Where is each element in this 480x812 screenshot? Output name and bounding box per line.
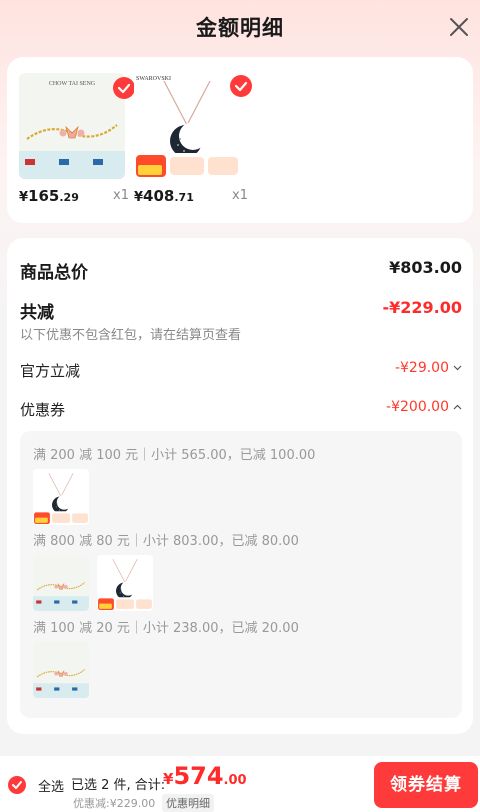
selected-summary: 已选 2 件, 合计:: [71, 778, 166, 793]
product-image[interactable]: SWAROVSKI: [134, 73, 240, 179]
total-amount: ¥574.00: [163, 762, 247, 790]
total-price-row: 商品总价 ¥803.00: [20, 258, 462, 283]
discount-row: 共减 -¥229.00: [20, 298, 462, 323]
product-brand: SWAROVSKI: [136, 76, 172, 82]
coupon-product-thumb[interactable]: [33, 555, 89, 611]
product-quantity: x1: [113, 188, 129, 203]
checkout-bar: 全选 已选 2 件, 合计: ¥574.00 优惠减:¥229.00 优惠明细 …: [0, 756, 480, 812]
product-image[interactable]: CHOW TAI SENG: [19, 73, 125, 179]
price-row: ¥165.29 x1: [19, 187, 129, 209]
checkbox-checked-icon[interactable]: [230, 75, 252, 97]
product-brand: CHOW TAI SENG: [48, 81, 96, 87]
discount-note: 以下优惠不包含红包，请在结算页查看: [20, 328, 242, 343]
coupon-label: 优惠券: [20, 401, 66, 419]
discount-value: -¥229.00: [382, 298, 462, 317]
coupon-product-thumb[interactable]: [33, 642, 89, 698]
total-price-label: 商品总价: [20, 263, 88, 283]
select-all-checkbox-icon[interactable]: [8, 776, 26, 794]
header: 金额明细: [0, 0, 480, 54]
official-discount-row[interactable]: 官方立减 -¥29.00: [20, 360, 462, 384]
close-button[interactable]: [448, 16, 470, 38]
checkbox-checked-icon[interactable]: [113, 77, 135, 99]
price-row: ¥408.71 x1: [134, 187, 248, 209]
coupon-rule: 满 800 减 80 元｜小计 803.00，已减 80.00: [33, 534, 299, 549]
total-price-value: ¥803.00: [389, 258, 462, 277]
price-summary-card: 商品总价 ¥803.00 共减 -¥229.00 以下优惠不包含红包，请在结算页…: [7, 238, 473, 734]
discount-detail-link[interactable]: 优惠明细: [162, 794, 214, 812]
coupon-detail-box: 满 200 减 100 元｜小计 565.00，已减 100.00 满 800 …: [20, 431, 462, 718]
close-icon: [450, 18, 468, 36]
official-discount-label: 官方立减: [20, 362, 81, 380]
product-card: CHOW TAI SENG ¥165.29 x1 SWAROVSKI ¥408.…: [7, 57, 473, 223]
product-price: ¥165.29: [19, 187, 79, 205]
coupon-product-thumb[interactable]: [33, 469, 89, 525]
page-title: 金额明细: [196, 16, 284, 40]
chevron-up-icon: [453, 404, 462, 410]
chevron-down-icon: [453, 365, 462, 371]
select-all-label[interactable]: 全选: [38, 776, 64, 795]
product-price: ¥408.71: [134, 187, 194, 205]
official-discount-value[interactable]: -¥29.00: [395, 360, 462, 376]
discount-label: 共减: [20, 303, 54, 323]
coupon-value[interactable]: -¥200.00: [386, 399, 462, 415]
coupon-rule: 满 100 减 20 元｜小计 238.00，已减 20.00: [33, 621, 299, 636]
coupon-row[interactable]: 优惠券 -¥200.00: [20, 399, 462, 423]
coupon-rule: 满 200 减 100 元｜小计 565.00，已减 100.00: [33, 448, 316, 463]
product-item[interactable]: CHOW TAI SENG ¥165.29 x1: [19, 73, 135, 205]
checkout-button[interactable]: 领券结算: [374, 762, 478, 808]
discount-summary: 优惠减:¥229.00: [73, 797, 156, 810]
product-quantity: x1: [232, 188, 248, 203]
product-item[interactable]: SWAROVSKI ¥408.71 x1: [134, 73, 252, 205]
coupon-product-thumb[interactable]: [97, 555, 153, 611]
